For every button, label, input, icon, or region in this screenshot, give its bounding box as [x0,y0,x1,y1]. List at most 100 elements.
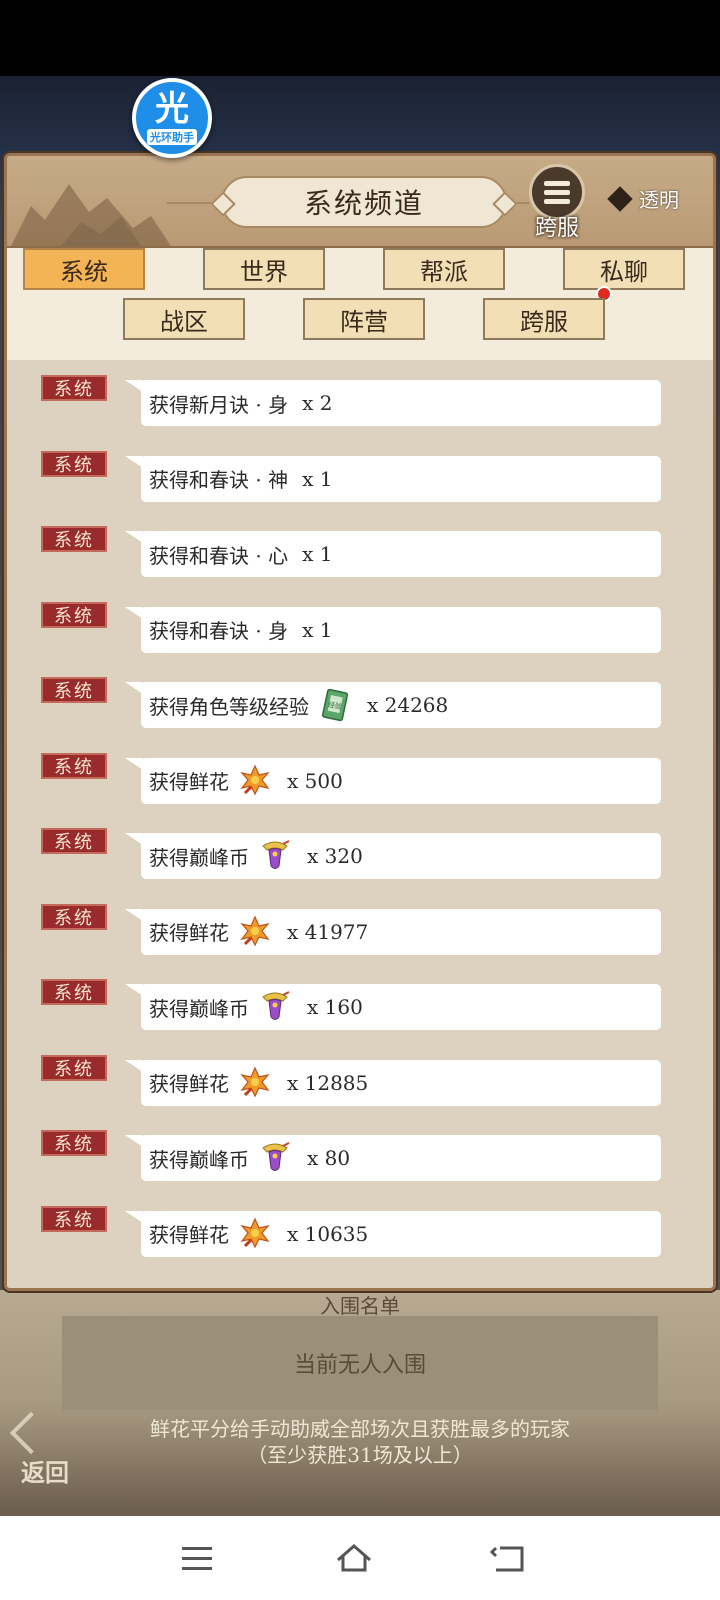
message-row: 系统 获得新月诀 · 身 x 2 [7,360,713,435]
message-text: 获得角色等级经验 [149,694,309,719]
system-badge: 系统 [41,375,107,401]
message-row: 系统 获得巅峰币 x 320 [7,813,713,888]
cross-server-button[interactable]: 跨服 [527,164,587,244]
message-text: 获得新月诀 · 身 [149,392,289,417]
message-quantity: x 41977 [287,919,369,944]
message-quantity: x 500 [287,768,343,793]
message-bubble[interactable]: 获得鲜花 x 500 [141,757,661,804]
message-text: 获得巅峰币 [149,996,249,1021]
message-bubble[interactable]: 获得和春诀 · 心 x 1 [141,531,661,577]
system-badge: 系统 [41,601,107,628]
message-text: 获得巅峰币 [149,1147,249,1172]
channel-tabs: 系统 世界 帮派 私聊 战区 阵营 跨服 [7,248,713,360]
message-row: 系统 获得巅峰币 x 80 [7,1115,713,1190]
assistant-logo-glyph: 光 [155,89,189,129]
navigation-bar [0,1516,720,1600]
message-row: 系统 获得和春诀 · 心 x 1 [7,511,713,586]
transparent-label: 透明 [639,188,679,212]
message-bubble[interactable]: 获得巅峰币 x 80 [141,1135,661,1181]
ranking-empty-text: 当前无人入围 [293,1353,426,1378]
channel-title: 系统频道 [303,187,424,220]
message-text: 获得巅峰币 [149,845,249,870]
assistant-logo-text: 光环助手 [147,129,197,145]
peak-coin-icon [262,1142,290,1171]
assistant-float-button[interactable]: 光 光环助手 [132,78,212,158]
system-badge: 系统 [41,828,107,854]
message-text: 获得和春诀 · 心 [149,543,289,568]
tab-label: 帮派 [420,257,468,286]
message-quantity: x 24268 [367,693,449,717]
diamond-icon [607,185,633,212]
tab-label: 战区 [160,307,208,336]
home-icon[interactable] [334,1540,374,1576]
message-bubble[interactable]: 获得和春诀 · 神 x 1 [141,455,661,502]
back-button[interactable]: 返回 [10,1428,80,1488]
system-badge: 系统 [41,979,107,1005]
message-row: 系统 获得和春诀 · 神 x 1 [7,436,713,511]
message-bubble[interactable]: 获得和春诀 · 身 x 1 [141,606,661,653]
message-quantity: x 10635 [287,1221,369,1246]
message-quantity: x 320 [307,844,363,868]
message-quantity: x 12885 [287,1070,369,1095]
message-quantity: x 80 [307,1146,351,1170]
transparent-toggle[interactable]: 透明 [607,184,679,213]
message-row: 系统 获得和春诀 · 身 x 1 [7,587,713,662]
message-text: 获得鲜花 [149,1072,229,1096]
message-quantity: x 160 [307,995,363,1019]
message-quantity: x 1 [302,466,333,491]
system-badge: 系统 [41,526,107,552]
back-button-label: 返回 [21,1458,69,1487]
message-list[interactable]: 系统 获得新月诀 · 身x 2 系统 获得和春诀 · 神x 1 系统 获得和春诀 · 心x… [7,360,713,1288]
tab-private[interactable]: 私聊 [563,248,685,290]
tab-system[interactable]: 系统 [23,248,145,290]
message-bubble[interactable]: 获得鲜花 x 41977 [141,908,661,955]
flower-icon [240,915,270,946]
system-badge: 系统 [41,1130,107,1156]
system-badge: 系统 [41,677,107,703]
peak-coin-icon [262,840,290,869]
message-row: 系统 获得鲜花 x 10635 [7,1191,713,1266]
flower-icon [240,1066,270,1097]
ranking-title: 入围名单 [320,1294,400,1318]
back-nav-icon[interactable] [490,1540,530,1576]
tab-label: 私聊 [600,257,648,286]
tab-cross-server[interactable]: 跨服 [483,298,605,340]
message-bubble[interactable]: 获得角色等级经验 经验 x 24268 [141,682,661,728]
tab-label: 跨服 [520,307,568,336]
mountain-decoration-icon [11,184,171,246]
ranking-empty-box: 当前无人入围 [62,1316,658,1410]
tab-guild[interactable]: 帮派 [383,248,505,290]
flower-icon [240,1217,270,1248]
tab-camp[interactable]: 阵营 [303,298,425,340]
message-bubble[interactable]: 获得鲜花 x 10635 [141,1210,661,1257]
chat-panel-header: 系统频道 跨服 透明 [7,156,713,248]
flower-icon [240,764,270,795]
tab-label: 世界 [240,257,288,286]
exp-book-icon: 经验 [321,688,349,722]
message-text: 获得鲜花 [149,770,229,794]
tab-world[interactable]: 世界 [203,248,325,290]
message-text: 获得和春诀 · 身 [149,619,289,643]
tab-label: 系统 [60,257,108,286]
chat-panel: 系统频道 跨服 透明 系统 世界 帮派 私聊 战区 阵营 跨服 系统获得新月诀 … [4,153,716,1291]
system-badge: 系统 [41,450,107,477]
system-badge: 系统 [41,1054,107,1081]
tab-battle-zone[interactable]: 战区 [123,298,245,340]
message-text: 获得鲜花 [149,921,229,945]
system-badge: 系统 [41,752,107,779]
system-badge: 系统 [41,903,107,930]
menu-icon[interactable] [178,1540,218,1576]
message-bubble[interactable]: 获得巅峰币 x 160 [141,984,661,1030]
tab-label: 阵营 [340,307,388,336]
message-row: 系统 获得巅峰币 x 160 [7,964,713,1039]
message-bubble[interactable]: 获得鲜花 x 12885 [141,1059,661,1106]
message-bubble[interactable]: 获得巅峰币 x 320 [141,833,661,879]
message-text: 获得和春诀 · 神 [149,468,289,492]
channel-title-plate: 系统频道 [221,176,507,228]
cross-server-label: 跨服 [534,216,579,241]
message-text: 获得鲜花 [149,1223,229,1247]
message-bubble[interactable]: 获得新月诀 · 身 x 2 [141,380,661,426]
message-quantity: x 2 [302,391,333,415]
status-bar [0,0,720,76]
message-row: 系统 获得角色等级经验 经验 x 24268 [7,662,713,737]
